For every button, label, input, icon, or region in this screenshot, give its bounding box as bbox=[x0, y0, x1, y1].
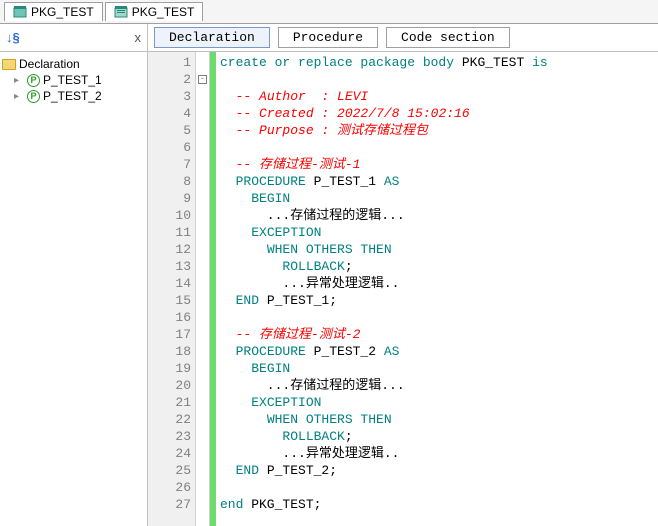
line-number-gutter: 1234567891011121314151617181920212223242… bbox=[148, 52, 196, 526]
tab-label: PKG_TEST bbox=[132, 5, 195, 19]
code-line[interactable]: PROCEDURE P_TEST_2 AS bbox=[220, 343, 654, 360]
tree-item-proc-2[interactable]: ▸ P P_TEST_2 bbox=[2, 88, 145, 104]
line-number: 19 bbox=[148, 360, 191, 377]
tab-label: PKG_TEST bbox=[31, 5, 94, 19]
line-number: 18 bbox=[148, 343, 191, 360]
sort-icon[interactable]: ↓§ bbox=[6, 30, 20, 45]
line-number: 22 bbox=[148, 411, 191, 428]
tab-pkg-test-spec[interactable]: PKG_TEST bbox=[4, 2, 103, 21]
folder-icon bbox=[2, 59, 16, 70]
nav-codesection-button[interactable]: Code section bbox=[386, 27, 510, 48]
code-line[interactable]: ...异常处理逻辑.. bbox=[220, 275, 654, 292]
code-line[interactable]: END P_TEST_2; bbox=[220, 462, 654, 479]
line-number: 24 bbox=[148, 445, 191, 462]
nav-procedure-button[interactable]: Procedure bbox=[278, 27, 378, 48]
line-number: 8 bbox=[148, 173, 191, 190]
code-line[interactable] bbox=[220, 479, 654, 496]
code-line[interactable]: -- Purpose : 测试存储过程包 bbox=[220, 122, 654, 139]
code-line[interactable]: -- 存储过程-测试-2 bbox=[220, 326, 654, 343]
expand-icon[interactable]: ▸ bbox=[14, 75, 24, 86]
code-line[interactable]: ROLLBACK; bbox=[220, 428, 654, 445]
fold-gutter[interactable]: - bbox=[196, 52, 210, 526]
expand-icon[interactable]: ▸ bbox=[14, 91, 24, 102]
line-number: 14 bbox=[148, 275, 191, 292]
code-line[interactable]: BEGIN bbox=[220, 360, 654, 377]
code-line[interactable]: ...异常处理逻辑.. bbox=[220, 445, 654, 462]
line-number: 23 bbox=[148, 428, 191, 445]
code-line[interactable]: ...存储过程的逻辑... bbox=[220, 207, 654, 224]
nav-declaration-button[interactable]: Declaration bbox=[154, 27, 270, 48]
code-line[interactable]: create or replace package body PKG_TEST … bbox=[220, 54, 654, 71]
code-editor[interactable]: 1234567891011121314151617181920212223242… bbox=[148, 52, 658, 526]
code-line[interactable]: end PKG_TEST; bbox=[220, 496, 654, 513]
line-number: 12 bbox=[148, 241, 191, 258]
line-number: 13 bbox=[148, 258, 191, 275]
line-number: 26 bbox=[148, 479, 191, 496]
structure-panel: ↓§ x Declaration ▸ P P_TEST_1 ▸ P P_TEST… bbox=[0, 24, 148, 526]
code-line[interactable]: END P_TEST_1; bbox=[220, 292, 654, 309]
code-line[interactable]: EXCEPTION bbox=[220, 224, 654, 241]
package-spec-icon bbox=[13, 5, 27, 19]
line-number: 16 bbox=[148, 309, 191, 326]
line-number: 9 bbox=[148, 190, 191, 207]
code-line[interactable]: BEGIN bbox=[220, 190, 654, 207]
line-number: 10 bbox=[148, 207, 191, 224]
tree-item-proc-1[interactable]: ▸ P P_TEST_1 bbox=[2, 72, 145, 88]
close-panel-button[interactable]: x bbox=[135, 30, 142, 45]
line-number: 7 bbox=[148, 156, 191, 173]
line-number: 27 bbox=[148, 496, 191, 513]
tab-pkg-test-body[interactable]: PKG_TEST bbox=[105, 2, 204, 21]
line-number: 17 bbox=[148, 326, 191, 343]
code-line[interactable]: WHEN OTHERS THEN bbox=[220, 241, 654, 258]
line-number: 4 bbox=[148, 105, 191, 122]
code-line[interactable]: PROCEDURE P_TEST_1 AS bbox=[220, 173, 654, 190]
code-line[interactable]: WHEN OTHERS THEN bbox=[220, 411, 654, 428]
code-line[interactable]: ROLLBACK; bbox=[220, 258, 654, 275]
tree-label: P_TEST_1 bbox=[43, 73, 102, 87]
line-number: 2 bbox=[148, 71, 191, 88]
code-line[interactable]: -- Author : LEVI bbox=[220, 88, 654, 105]
code-line[interactable]: -- 存储过程-测试-1 bbox=[220, 156, 654, 173]
code-line[interactable] bbox=[220, 309, 654, 326]
code-line[interactable]: EXCEPTION bbox=[220, 394, 654, 411]
tree-label: Declaration bbox=[19, 57, 80, 71]
line-number: 1 bbox=[148, 54, 191, 71]
code-nav-toolbar: Declaration Procedure Code section bbox=[148, 24, 658, 52]
tree-root-declaration[interactable]: Declaration bbox=[2, 56, 145, 72]
line-number: 3 bbox=[148, 88, 191, 105]
editor-panel: Declaration Procedure Code section 12345… bbox=[148, 24, 658, 526]
line-number: 20 bbox=[148, 377, 191, 394]
fold-toggle-icon[interactable]: - bbox=[198, 75, 207, 84]
line-number: 21 bbox=[148, 394, 191, 411]
line-number: 15 bbox=[148, 292, 191, 309]
structure-toolbar: ↓§ x bbox=[0, 24, 147, 52]
editor-tab-bar: PKG_TEST PKG_TEST bbox=[0, 0, 658, 24]
line-number: 25 bbox=[148, 462, 191, 479]
code-line[interactable]: ...存储过程的逻辑... bbox=[220, 377, 654, 394]
line-number: 11 bbox=[148, 224, 191, 241]
package-body-icon bbox=[114, 5, 128, 19]
code-line[interactable] bbox=[220, 71, 654, 88]
code-line[interactable] bbox=[220, 139, 654, 156]
structure-tree: Declaration ▸ P P_TEST_1 ▸ P P_TEST_2 bbox=[0, 52, 147, 108]
line-number: 5 bbox=[148, 122, 191, 139]
tree-label: P_TEST_2 bbox=[43, 89, 102, 103]
code-area[interactable]: create or replace package body PKG_TEST … bbox=[216, 52, 658, 526]
line-number: 6 bbox=[148, 139, 191, 156]
code-line[interactable]: -- Created : 2022/7/8 15:02:16 bbox=[220, 105, 654, 122]
procedure-icon: P bbox=[27, 90, 40, 103]
procedure-icon: P bbox=[27, 74, 40, 87]
